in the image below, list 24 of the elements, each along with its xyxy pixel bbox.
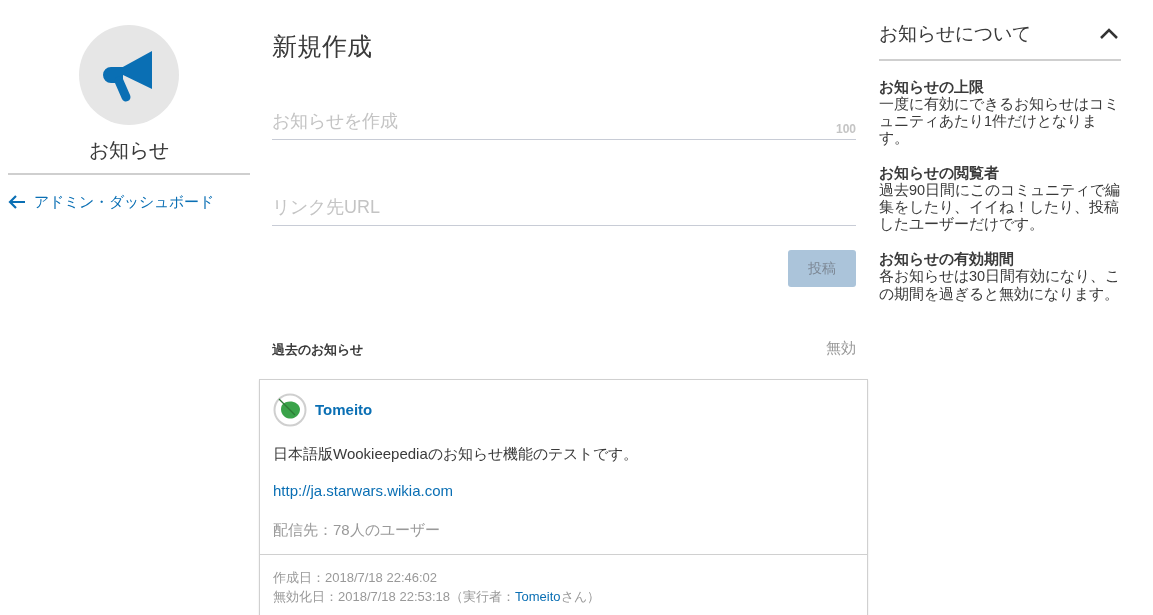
created-date: 作成日：2018/7/18 22:46:02 [273, 568, 439, 587]
page-heading: 新規作成 [272, 31, 373, 62]
megaphone-icon [79, 25, 179, 125]
section-title: 過去のお知らせ [272, 340, 363, 359]
back-link[interactable]: アドミン・ダッシュボード [8, 191, 214, 214]
info-text: 過去90日間にこのコミュニティで編集をしたり、イイね！したり、投稿したユーザーだけです。 [879, 182, 1121, 234]
chevron-up-icon[interactable] [1099, 28, 1119, 41]
leaf-avatar-icon [273, 393, 307, 427]
author-link[interactable]: Tomeito [315, 398, 373, 422]
announcement-text: 日本語版Wookieepediaのお知らせ機能のテストです。 [273, 444, 639, 464]
info-text: 各お知らせは30日間有効になり、この期間を過ぎると無効になります。 [879, 268, 1121, 303]
character-counter: 100 [835, 120, 856, 138]
panel-title: お知らせについて [879, 22, 1031, 46]
info-text: 一度に有効にできるお知らせはコミュニティあたり1件だけとなります。 [879, 95, 1120, 147]
info-heading: お知らせの有効期間 [879, 251, 1015, 269]
disabled-date: 無効化日：2018/7/18 22:53:18（実行者：Tomeito さん） [273, 588, 601, 606]
info-heading: お知らせの閲覧者 [879, 164, 1000, 182]
announcement-link[interactable]: http://ja.starwars.wikia.com [273, 479, 454, 502]
page-title: お知らせ [8, 135, 250, 175]
audience-text: 配信先：78人のユーザー [273, 520, 441, 540]
arrow-left-icon [8, 195, 26, 210]
executor-link[interactable]: Tomeito [515, 589, 561, 604]
status-label: 無効 [826, 337, 856, 358]
info-heading: お知らせの上限 [879, 78, 985, 96]
